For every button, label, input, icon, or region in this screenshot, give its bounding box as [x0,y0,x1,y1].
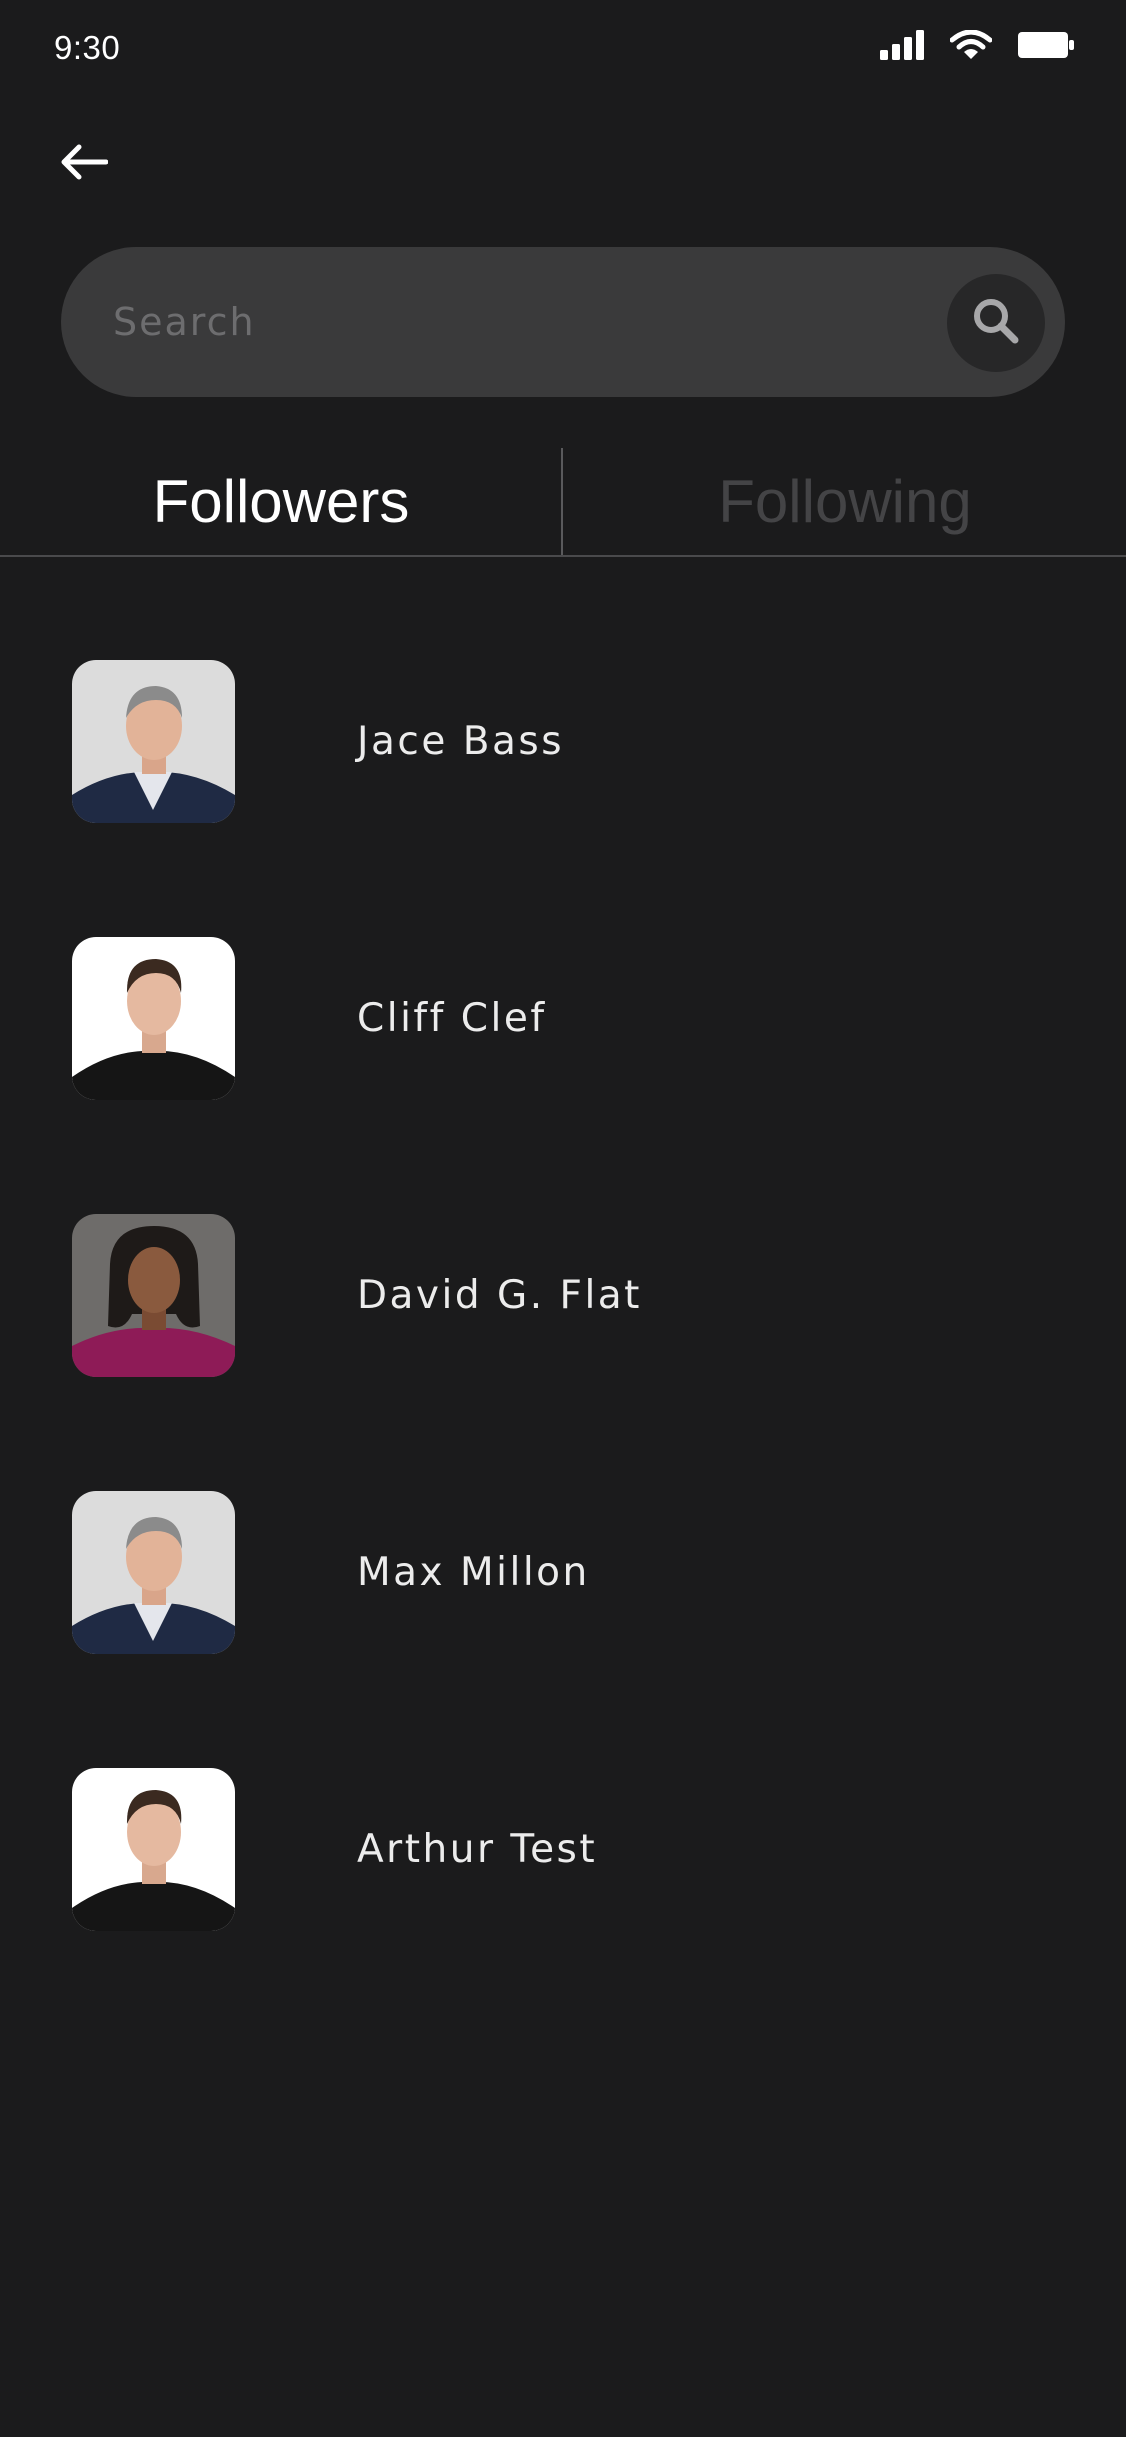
follower-name: David G. Flat [357,1273,642,1318]
list-item[interactable]: Jace Bass [0,660,1126,826]
avatar [72,1768,235,1931]
search-button[interactable] [947,274,1045,372]
avatar [72,660,235,823]
status-time: 9:30 [54,29,121,66]
tab-followers[interactable]: Followers [0,448,562,555]
list-item[interactable]: Max Millon [0,1491,1126,1657]
avatar [72,1491,235,1654]
list-item[interactable]: Arthur Test [0,1768,1126,1934]
back-button[interactable] [52,135,116,193]
wifi-icon [949,29,993,65]
avatar [72,937,235,1100]
search-bar [61,247,1065,397]
tab-divider [561,448,563,555]
status-icons [880,29,1074,65]
follower-name: Max Millon [357,1550,590,1595]
search-input[interactable] [113,247,933,397]
tab-following[interactable]: Following [564,448,1126,555]
search-icon [970,295,1022,352]
follower-name: Cliff Clef [357,996,547,1041]
list-item[interactable]: David G. Flat [0,1214,1126,1380]
follower-name: Jace Bass [357,719,565,764]
arrow-left-icon [60,144,109,185]
follower-name: Arthur Test [357,1827,598,1872]
status-bar: 9:30 [0,0,1126,100]
avatar [72,1214,235,1377]
tab-bar: Followers Following [0,448,1126,557]
list-item[interactable]: Cliff Clef [0,937,1126,1103]
cellular-signal-icon [880,30,924,65]
battery-icon [1018,32,1074,63]
